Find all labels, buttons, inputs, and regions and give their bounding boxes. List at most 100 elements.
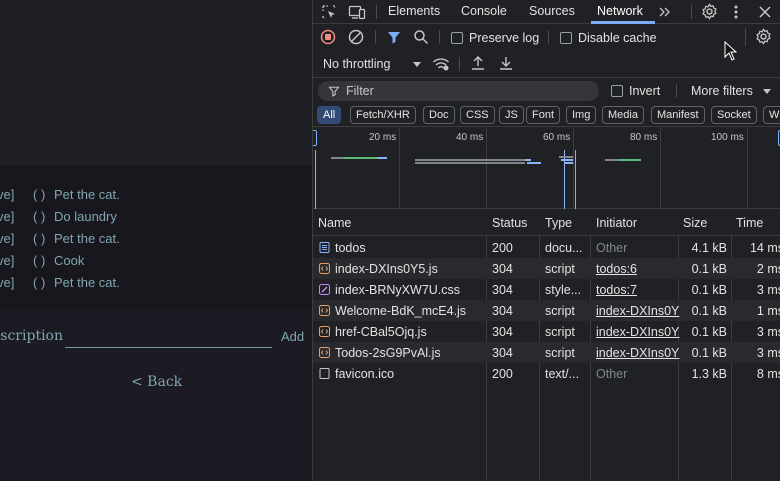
type-filter-media[interactable]: Media [602, 106, 644, 124]
network-conditions-wifi-icon[interactable] [432, 56, 450, 72]
request-type: docu... [545, 241, 583, 255]
request-status: 304 [492, 325, 513, 339]
column-header-status[interactable]: Status [492, 216, 527, 230]
type-filter-fetch-xhr[interactable]: Fetch/XHR [350, 106, 416, 124]
type-filter-all[interactable]: All [317, 106, 342, 124]
network-settings-gear-icon[interactable] [755, 28, 772, 45]
remove-button[interactable]: ve] [0, 253, 14, 268]
table-row[interactable]: href-CBal5Ojq.js 304 script index-DXIns0… [313, 321, 780, 342]
type-filter-manifest[interactable]: Manifest [651, 106, 705, 124]
column-header-name[interactable]: Name [318, 216, 351, 230]
todo-checkbox[interactable]: ( ) [33, 231, 45, 246]
todo-text: Pet the cat. [54, 187, 120, 202]
filter-funnel-icon[interactable] [386, 29, 402, 45]
initiator-link[interactable]: index-DXIns0Y [596, 325, 680, 339]
invert-checkbox[interactable] [611, 85, 623, 97]
chevron-down-icon[interactable] [762, 86, 772, 96]
export-har-download-icon[interactable] [498, 55, 514, 71]
timeline-bar [605, 159, 619, 161]
filter-bar: Filter Invert More filters [313, 78, 780, 103]
description-input[interactable] [65, 326, 272, 348]
settings-gear-icon[interactable] [701, 3, 718, 20]
inspect-element-icon[interactable] [321, 4, 337, 20]
column-header-type[interactable]: Type [545, 216, 572, 230]
todo-text: Cook [54, 253, 85, 268]
initiator-link[interactable]: todos:7 [596, 283, 680, 297]
chevron-down-icon[interactable] [412, 59, 422, 69]
request-type: script [545, 262, 575, 276]
remove-button[interactable]: ve] [0, 275, 14, 290]
timeline-tick: 100 ms [711, 132, 744, 143]
document-icon [319, 242, 330, 253]
network-overview-timeline[interactable]: 20 ms 40 ms 60 ms 80 ms 100 ms [313, 128, 780, 209]
column-header-size[interactable]: Size [683, 216, 707, 230]
remove-button[interactable]: ve] [0, 187, 14, 202]
initiator-link[interactable]: todos:6 [596, 262, 680, 276]
remove-button[interactable]: ve] [0, 209, 14, 224]
back-link[interactable]: < Back [131, 374, 182, 390]
type-filter-doc[interactable]: Doc [423, 106, 455, 124]
column-header-time[interactable]: Time [736, 216, 763, 230]
timeline-range-handle-left[interactable] [313, 130, 317, 146]
table-row[interactable]: index-DXIns0Y5.js 304 script todos:6 0.1… [313, 258, 780, 279]
search-icon[interactable] [413, 29, 429, 45]
request-size: 0.1 kB [691, 325, 727, 339]
kebab-menu-icon[interactable] [731, 4, 741, 20]
table-row[interactable]: index-BRNyXW7U.css 304 style... todos:7 … [313, 279, 780, 300]
todo-checkbox[interactable]: ( ) [33, 275, 45, 290]
devtools-panel: Elements Console Sources Network Preserv… [312, 0, 780, 481]
import-har-upload-icon[interactable] [470, 55, 486, 71]
preserve-log-checkbox[interactable] [451, 32, 463, 44]
initiator-link[interactable]: index-DXIns0Y [596, 304, 680, 318]
device-toolbar-icon[interactable] [348, 4, 366, 20]
request-status: 304 [492, 346, 513, 360]
add-button[interactable]: Add [281, 329, 304, 344]
network-request-table: Name Status Type Initiator Size Time tod… [313, 209, 780, 481]
request-time: 8 ms [756, 367, 780, 381]
type-filter-socket[interactable]: Socket [711, 106, 757, 124]
filter-input[interactable]: Filter [318, 81, 599, 101]
timeline-tick: 20 ms [369, 132, 397, 143]
tab-sources[interactable]: Sources [529, 4, 575, 18]
column-header-initiator[interactable]: Initiator [596, 216, 637, 230]
timeline-bar [561, 159, 573, 161]
script-icon [319, 263, 330, 274]
type-filter-img[interactable]: Img [566, 106, 597, 124]
more-filters-dropdown[interactable]: More filters [691, 84, 753, 98]
request-type: script [545, 325, 575, 339]
tab-elements[interactable]: Elements [388, 4, 440, 18]
invert-label: Invert [629, 84, 661, 98]
tab-console[interactable]: Console [461, 4, 507, 18]
clear-icon[interactable] [348, 29, 364, 45]
file-icon [319, 368, 330, 379]
initiator-link[interactable]: index-DXIns0Y [596, 346, 680, 360]
table-row[interactable]: todos 200 docu... Other 4.1 kB 14 ms [313, 237, 780, 258]
close-icon[interactable] [758, 4, 772, 20]
type-filter-css[interactable]: CSS [460, 106, 495, 124]
record-stop-icon[interactable] [320, 29, 336, 45]
disable-cache-checkbox[interactable] [560, 32, 572, 44]
request-time: 3 ms [756, 325, 780, 339]
remove-button[interactable]: ve] [0, 231, 14, 246]
todo-checkbox[interactable]: ( ) [33, 253, 45, 268]
description-label: escription [0, 328, 63, 344]
devtools-tabbar: Elements Console Sources Network [313, 0, 780, 24]
type-filter-font[interactable]: Font [526, 106, 561, 124]
todo-checkbox[interactable]: ( ) [33, 187, 45, 202]
table-row[interactable]: Todos-2sG9PvAl.js 304 script index-DXIns… [313, 342, 780, 363]
table-row[interactable]: Welcome-BdK_mcE4.js 304 script index-DXI… [313, 300, 780, 321]
timeline-bar [565, 162, 573, 164]
tab-network[interactable]: Network [597, 4, 643, 18]
timeline-tick: 80 ms [630, 132, 658, 143]
throttling-select[interactable]: No throttling [323, 57, 390, 71]
network-toolbar: Preserve log Disable cache [313, 24, 780, 50]
request-status: 304 [492, 262, 513, 276]
type-filter-wasm[interactable]: W [763, 106, 780, 124]
request-size: 1.3 kB [691, 367, 727, 381]
request-status: 304 [492, 304, 513, 318]
request-size: 0.1 kB [691, 283, 727, 297]
type-filter-js[interactable]: JS [499, 106, 524, 124]
todo-checkbox[interactable]: ( ) [33, 209, 45, 224]
table-row[interactable]: favicon.ico 200 text/... Other 1.3 kB 8 … [313, 363, 780, 384]
more-tabs-icon[interactable] [658, 4, 672, 20]
